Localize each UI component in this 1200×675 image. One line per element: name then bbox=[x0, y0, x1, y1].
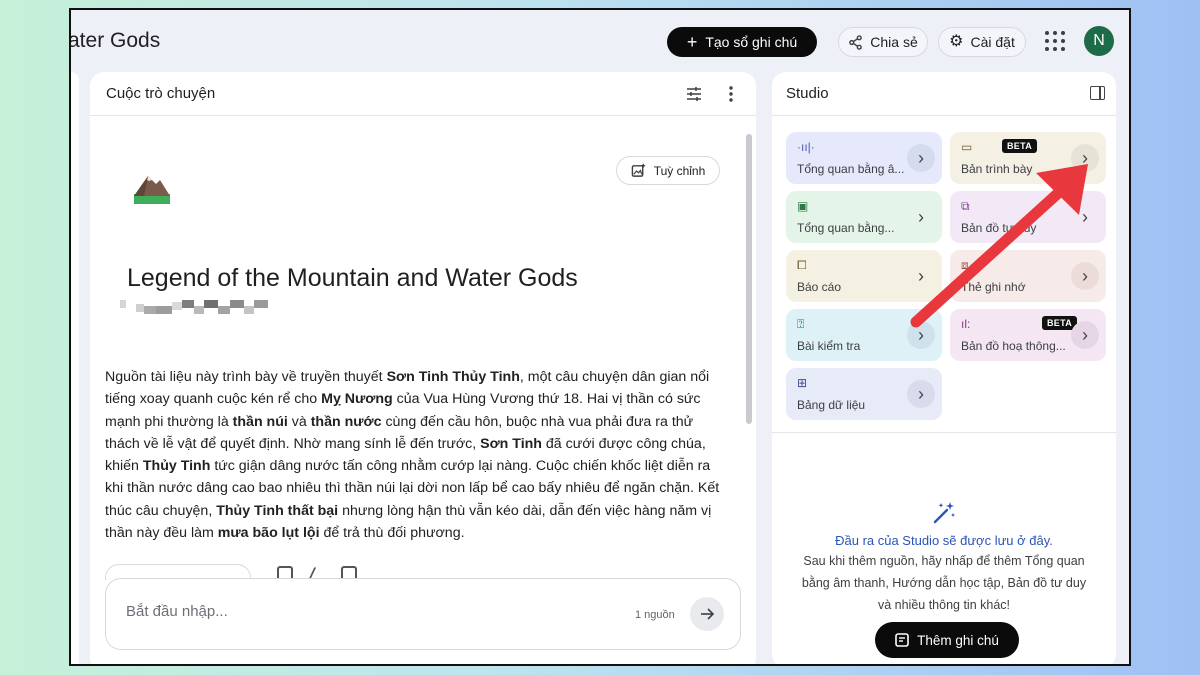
settings-label: Cài đặt bbox=[970, 34, 1015, 50]
studio-tile-label: Bản trình bày bbox=[961, 162, 1033, 176]
chevron-right-icon[interactable]: › bbox=[907, 144, 935, 172]
add-note-label: Thêm ghi chú bbox=[917, 632, 999, 648]
empty-heading: Đầu ra của Studio sẽ được lưu ở đây. bbox=[835, 533, 1053, 548]
chat-panel: Cuộc trò chuyện Tuỳ chỉnh Legend of the … bbox=[90, 72, 756, 664]
audio-waveform-icon: ·ıı|· bbox=[797, 140, 815, 154]
chevron-right-icon[interactable]: › bbox=[1071, 203, 1099, 231]
studio-tile-label: Tổng quan bằng... bbox=[797, 221, 895, 235]
studio-tile-label: Tổng quan bằng â... bbox=[797, 162, 905, 176]
arrow-right-icon bbox=[701, 608, 715, 620]
plus-icon: + bbox=[686, 32, 698, 52]
report-icon: ⧠ bbox=[797, 258, 807, 272]
summary-bold-term: Mỵ Nương bbox=[321, 391, 393, 408]
share-button[interactable]: Chia sẻ bbox=[838, 27, 928, 57]
flashcard-icon: ⧈ bbox=[961, 258, 969, 272]
chevron-right-icon[interactable]: › bbox=[1071, 321, 1099, 349]
studio-tile-label: Bản đồ tư duy bbox=[961, 221, 1037, 235]
studio-tile-video[interactable]: ▣ Tổng quan bằng... › bbox=[786, 191, 942, 243]
studio-header: Studio bbox=[772, 72, 1116, 116]
chat-panel-title: Cuộc trò chuyện bbox=[106, 85, 216, 102]
blurred-metadata bbox=[120, 298, 268, 318]
more-vert-icon[interactable] bbox=[728, 85, 734, 103]
chevron-right-icon[interactable]: › bbox=[907, 321, 935, 349]
studio-tile-audio-waveform[interactable]: ·ıı|· Tổng quan bằng â... › bbox=[786, 132, 942, 184]
gear-icon: ⚙ bbox=[949, 33, 964, 50]
image-edit-icon bbox=[631, 163, 645, 177]
empty-description: Sau khi thêm nguồn, hãy nhấp để thêm Tổn… bbox=[801, 554, 1087, 612]
studio-tile-mindmap[interactable]: ⧉ Bản đồ tư duy › bbox=[950, 191, 1106, 243]
summary-bold-term: Thủy Tinh thất bại bbox=[216, 502, 339, 519]
avatar[interactable]: N bbox=[1084, 26, 1114, 56]
studio-tile-quiz[interactable]: ⍰ Bài kiểm tra › bbox=[786, 309, 942, 361]
summary-bold-term: mưa bão lụt lội bbox=[217, 525, 320, 542]
add-note-button[interactable]: Thêm ghi chú bbox=[875, 622, 1019, 658]
collapse-panel-icon[interactable] bbox=[1090, 86, 1105, 100]
quiz-icon: ⍰ bbox=[797, 317, 805, 331]
studio-tile-label: Bảng dữ liệu bbox=[797, 398, 866, 412]
video-icon: ▣ bbox=[797, 199, 809, 213]
studio-tile-report[interactable]: ⧠ Báo cáo › bbox=[786, 250, 942, 302]
sources-panel-edge bbox=[71, 72, 79, 664]
studio-panel-title: Studio bbox=[786, 85, 829, 102]
chevron-right-icon[interactable]: › bbox=[1071, 262, 1099, 290]
studio-panel: Studio ·ıı|· Tổng quan bằng â... › ▭ Bản trì… bbox=[772, 72, 1116, 664]
settings-button[interactable]: ⚙ Cài đặt bbox=[938, 27, 1026, 57]
chat-input-box: 1 nguồn bbox=[105, 578, 741, 650]
beta-badge: BETA bbox=[1002, 139, 1038, 153]
create-notebook-label: Tạo sổ ghi chú bbox=[705, 34, 798, 50]
summary-bold-term: Sơn Tinh bbox=[480, 435, 542, 452]
infographic-icon: ıl: bbox=[961, 317, 971, 331]
source-count: 1 nguồn bbox=[635, 609, 675, 621]
chat-input[interactable] bbox=[126, 603, 546, 620]
create-notebook-button[interactable]: + Tạo sổ ghi chú bbox=[667, 27, 817, 57]
studio-tile-slides[interactable]: ▭ Bản trình bày BETA › bbox=[950, 132, 1106, 184]
apps-grid-icon[interactable] bbox=[1045, 31, 1065, 51]
notebook-title[interactable]: ater Gods bbox=[71, 29, 160, 53]
chevron-right-icon[interactable]: › bbox=[907, 262, 935, 290]
magic-wand-icon bbox=[933, 502, 955, 524]
chevron-right-icon[interactable]: › bbox=[907, 380, 935, 408]
customize-button[interactable]: Tuỳ chỉnh bbox=[616, 156, 720, 185]
document-title: Legend of the Mountain and Water Gods bbox=[127, 264, 578, 292]
mountain-emoji-icon bbox=[134, 176, 170, 204]
table-icon: ⊞ bbox=[797, 376, 808, 390]
summary-bold-term: Thủy Tinh bbox=[142, 458, 211, 475]
studio-tile-infographic[interactable]: ıl: Bản đồ hoạ thông... BETA › bbox=[950, 309, 1106, 361]
studio-tile-label: Báo cáo bbox=[797, 280, 842, 294]
studio-tile-label: Thẻ ghi nhớ bbox=[961, 280, 1026, 294]
chat-scrollbar[interactable] bbox=[746, 134, 752, 424]
summary-text-run: Nguồn tài liệu này trình bày về truyền t… bbox=[105, 369, 387, 385]
chevron-right-icon[interactable]: › bbox=[907, 203, 935, 231]
studio-divider bbox=[772, 432, 1116, 433]
chat-header: Cuộc trò chuyện bbox=[90, 72, 756, 116]
mindmap-icon: ⧉ bbox=[961, 199, 970, 213]
app-window: ater Gods + Tạo sổ ghi chú Chia sẻ ⚙ Cài… bbox=[69, 8, 1131, 666]
tune-icon[interactable] bbox=[686, 86, 702, 102]
source-summary: Nguồn tài liệu này trình bày về truyền t… bbox=[105, 366, 725, 544]
studio-empty-state: Đầu ra của Studio sẽ được lưu ở đây. Sau… bbox=[772, 500, 1116, 616]
share-label: Chia sẻ bbox=[870, 34, 918, 50]
studio-tile-label: Bài kiểm tra bbox=[797, 339, 861, 353]
summary-bold-term: thần núi bbox=[232, 413, 288, 430]
studio-tile-label: Bản đồ hoạ thông... bbox=[961, 339, 1066, 353]
note-add-icon bbox=[895, 633, 909, 647]
studio-tile-flashcard[interactable]: ⧈ Thẻ ghi nhớ › bbox=[950, 250, 1106, 302]
share-icon bbox=[849, 34, 863, 50]
summary-bold-term: Sơn Tinh Thủy Tinh bbox=[386, 369, 520, 385]
summary-text-run: và bbox=[287, 413, 311, 430]
slides-icon: ▭ bbox=[961, 140, 973, 154]
studio-tile-table[interactable]: ⊞ Bảng dữ liệu › bbox=[786, 368, 942, 420]
send-button[interactable] bbox=[690, 597, 724, 631]
summary-bold-term: thần nước bbox=[310, 413, 382, 430]
customize-label: Tuỳ chỉnh bbox=[653, 163, 706, 178]
summary-text-run: để trả thù đối phương. bbox=[319, 525, 465, 542]
chevron-right-icon[interactable]: › bbox=[1071, 144, 1099, 172]
